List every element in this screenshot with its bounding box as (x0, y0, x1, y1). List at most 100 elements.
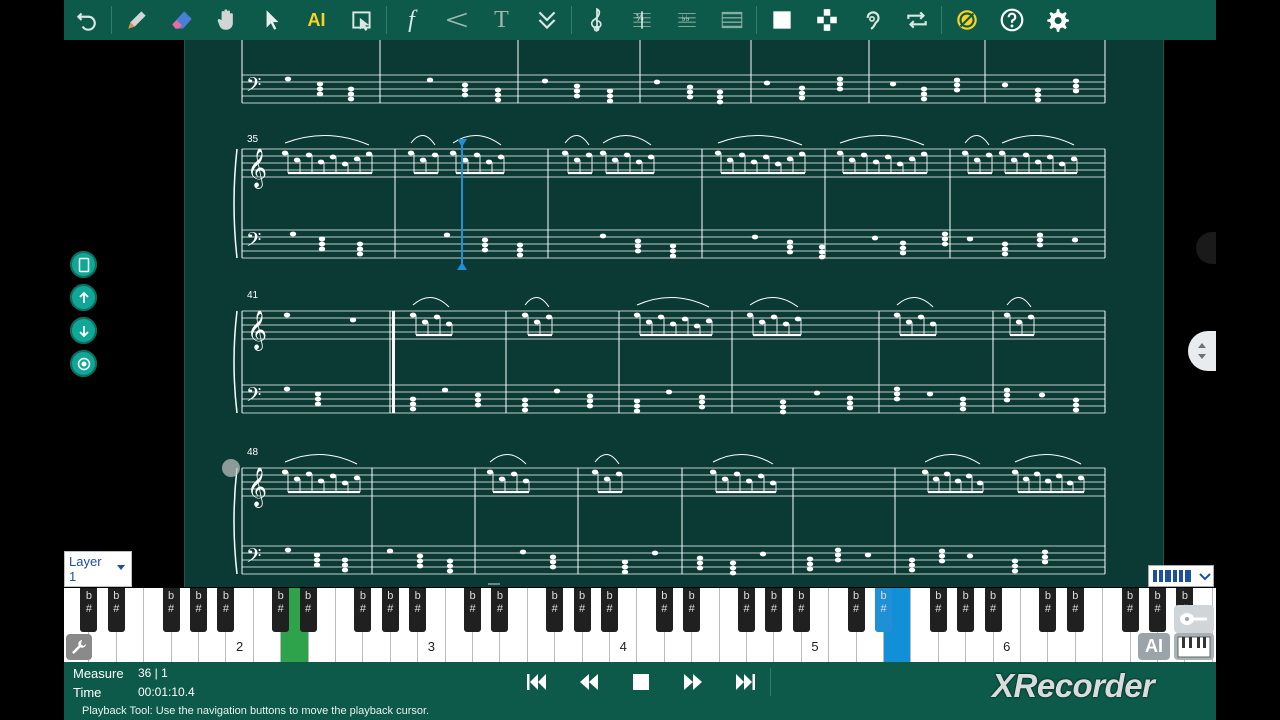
system0-chord (836, 76, 844, 82)
listen-button[interactable] (849, 0, 894, 40)
focus-cursor-button[interactable] (70, 350, 97, 377)
system0-chord (920, 86, 928, 92)
accidentals-button[interactable]: ♭♭ (664, 0, 709, 40)
eraser-button[interactable] (159, 0, 204, 40)
stop-button[interactable] (624, 665, 658, 699)
system0-chord (461, 92, 469, 98)
piano-black-key[interactable]: b # (272, 588, 290, 632)
help-button[interactable] (989, 0, 1034, 40)
system3-bass-chord (729, 570, 737, 576)
system3-m51-group-slur (712, 453, 774, 465)
system1-m36-group-a-note (419, 157, 427, 163)
system3-m50-group-note (603, 476, 611, 482)
scroll-down-button[interactable] (70, 317, 97, 344)
select-box-button[interactable] (339, 0, 384, 40)
hand-button[interactable] (204, 0, 249, 40)
system3-bass-chord (313, 557, 321, 563)
skip-forward-button[interactable] (728, 665, 762, 699)
piano-black-key[interactable]: b # (1121, 588, 1139, 632)
dynamics-button[interactable]: f (389, 0, 434, 40)
piano-black-key[interactable]: b # (738, 588, 755, 632)
piano-black-key[interactable]: b # (299, 588, 317, 632)
system1-m36-group-b-note (473, 152, 481, 158)
keyboard-settings-button[interactable] (66, 634, 92, 660)
skip-back-button[interactable] (520, 665, 554, 699)
system3-m52-group-b-note (1066, 480, 1074, 486)
piano-black-key[interactable]: b # (491, 588, 509, 632)
score-view[interactable]: 𝄢 𝄞 𝄢 𝄞 𝄢 𝄞 𝄢 35 41 48 (184, 40, 1164, 587)
rewind-button[interactable] (572, 665, 606, 699)
select-arrow-button[interactable] (249, 0, 294, 40)
scroll-up-button[interactable] (70, 284, 97, 311)
checker-button[interactable] (804, 0, 849, 40)
piano-black-key[interactable]: b # (190, 588, 207, 632)
disable-button[interactable] (944, 0, 989, 40)
fast-forward-button[interactable] (676, 665, 710, 699)
system1-bass-chord (1071, 237, 1079, 243)
system1-m36-group-a-slur (410, 135, 436, 146)
undo-button[interactable] (64, 0, 109, 40)
tempo-button[interactable]: ¾ (619, 0, 664, 40)
piano-black-key[interactable]: b # (984, 588, 1002, 632)
system2-m44-group-note (705, 318, 713, 324)
system0-chord (889, 81, 897, 87)
system1-bass-chord (516, 247, 524, 253)
system2-bass-chord (283, 386, 291, 392)
piano-black-key[interactable]: b # (107, 588, 125, 632)
piano-black-key[interactable]: b # (655, 588, 673, 632)
piano-black-key[interactable]: b # (1149, 588, 1166, 632)
pencil-button[interactable] (114, 0, 159, 40)
page-view-button[interactable] (70, 251, 97, 278)
piano-black-key[interactable]: b # (381, 588, 399, 632)
piano-black-key[interactable]: b # (847, 588, 865, 632)
clef-button[interactable] (574, 0, 619, 40)
piano-black-key[interactable]: b # (546, 588, 564, 632)
system0-chord (606, 98, 614, 104)
piano-black-key[interactable]: b # (1039, 588, 1057, 632)
piano-black-key[interactable]: b # (957, 588, 975, 632)
system2-bass-chord (441, 387, 449, 393)
system2-bass-chord (633, 408, 641, 414)
piano-black-key[interactable]: b # (217, 588, 235, 632)
piano-black-key[interactable]: b # (765, 588, 783, 632)
piano-black-key[interactable]: b # (80, 588, 98, 632)
piano-black-key[interactable]: b # (573, 588, 591, 632)
system2-m47-group-note (1003, 312, 1011, 318)
mini-keyboard-icon (1153, 570, 1191, 582)
settings-button[interactable] (1034, 0, 1079, 40)
piano-black-key[interactable]: b # (464, 588, 481, 632)
edge-pen-tab[interactable] (1196, 232, 1216, 264)
piano-black-key[interactable]: b # (683, 588, 701, 632)
more-button[interactable] (524, 0, 569, 40)
piano-black-key[interactable]: b # (1066, 588, 1084, 632)
caret-down-icon (117, 565, 125, 570)
piano-black-key[interactable]: b # (929, 588, 947, 632)
piano-view-button[interactable] (1174, 633, 1214, 660)
piano-black-key[interactable]: b # (409, 588, 427, 632)
text-button[interactable]: T (479, 0, 524, 40)
system0-chord (494, 87, 502, 93)
scroll-handle[interactable] (1188, 331, 1216, 371)
layer-select[interactable]: Layer 1 (64, 551, 132, 587)
piano-black-key[interactable]: b # (162, 588, 180, 632)
keyboard-range-toggle[interactable] (1148, 565, 1214, 587)
piano-black-key[interactable]: b # (601, 588, 618, 632)
system2-bass-chord (665, 389, 673, 395)
guitar-button[interactable] (1174, 605, 1214, 633)
ai-button[interactable]: AI (294, 0, 339, 40)
piano-black-key[interactable]: b # (792, 588, 810, 632)
piano-black-key[interactable]: b # (875, 588, 892, 632)
square-button[interactable] (759, 0, 804, 40)
repeat-button[interactable] (894, 0, 939, 40)
piano-keyboard[interactable]: 23456b # b # b # b # b # b # b # b # b # b # b # b … (64, 588, 1216, 662)
system3-m52-group-b-note (1077, 475, 1085, 481)
system0-chord (494, 97, 502, 103)
system1-bass-chord (634, 238, 642, 244)
system3-m52-group-a-note (921, 469, 929, 475)
ai-assist-button[interactable]: AI (1138, 633, 1170, 660)
system1-bass-chord (669, 248, 677, 254)
staff-button[interactable] (709, 0, 754, 40)
piano-black-key[interactable]: b # (354, 588, 372, 632)
system2-m46-group-note (917, 314, 925, 320)
hairpin-button[interactable] (434, 0, 479, 40)
